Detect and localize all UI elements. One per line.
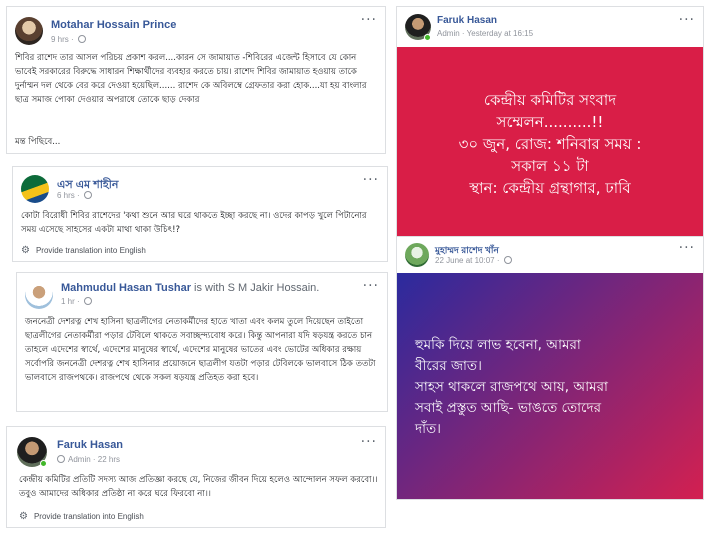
gear-icon: ⚙ xyxy=(19,511,28,522)
post-rashed-banner: মুহাম্মদ রাশেদ খাঁন 22 June at 10:07 · ·… xyxy=(396,236,704,500)
banner-line: সবাই প্রস্তুত আছি- ভাঙতে তোদের xyxy=(415,399,602,416)
globe-icon xyxy=(83,191,92,199)
more-options-icon[interactable]: ··· xyxy=(361,435,377,449)
author-name[interactable]: Faruk Hasan xyxy=(437,15,497,26)
avatar[interactable] xyxy=(25,281,53,309)
banner-text: হুমকি দিয়ে লাভ হবেনা, আমরা বীরের জাত। স… xyxy=(415,335,608,440)
globe-icon xyxy=(57,455,65,463)
translate-link[interactable]: ⚙ Provide translation into English xyxy=(19,511,144,522)
banner-line: বীরের জাত। xyxy=(415,357,482,374)
announcement-banner: কেন্দ্রীয় কমিটির সংবাদ সম্মেলন.........… xyxy=(397,47,703,239)
globe-icon xyxy=(503,256,512,264)
author-name[interactable]: Faruk Hasan xyxy=(57,439,123,451)
more-options-icon[interactable]: ··· xyxy=(363,173,379,187)
author-name[interactable]: Mahmudul Hasan Tushar is with S M Jakir … xyxy=(61,282,319,294)
post-faruk-banner: Faruk Hasan Admin · Yesterday at 16:15 ·… xyxy=(396,6,704,240)
more-options-icon[interactable]: ··· xyxy=(361,13,377,27)
globe-icon xyxy=(83,297,92,305)
post-motahar: Motahar Hossain Prince 9 hrs · ··· শিবির… xyxy=(6,6,386,154)
banner-line: কেন্দ্রীয় কমিটির সংবাদ xyxy=(483,91,617,109)
banner-line: দাঁত। xyxy=(415,420,441,437)
avatar[interactable] xyxy=(405,243,429,267)
post-tushar: Mahmudul Hasan Tushar is with S M Jakir … xyxy=(16,272,388,412)
banner-line: সম্মেলন..........!! xyxy=(496,113,604,131)
banner-line: সাহস থাকলে রাজপথে আয়, আমরা xyxy=(415,378,608,395)
post-time[interactable]: 1 hr · xyxy=(61,297,92,306)
post-faruk-1: Faruk Hasan Admin · 22 hrs ··· কেন্দ্রীয… xyxy=(6,426,386,528)
post-shaheen: এস এম শাহীন 6 hrs · ··· কোটা বিরোধী শিবি… xyxy=(12,166,388,262)
more-options-icon[interactable]: ··· xyxy=(363,279,379,293)
more-options-icon[interactable]: ··· xyxy=(679,13,695,27)
author-name[interactable]: Motahar Hossain Prince xyxy=(51,19,176,31)
post-time[interactable]: Admin · 22 hrs xyxy=(57,455,120,464)
gear-icon: ⚙ xyxy=(21,245,30,256)
tagged-with[interactable]: is with S M Jakir Hossain. xyxy=(194,282,319,294)
avatar[interactable] xyxy=(21,175,49,203)
post-text: শিবির রাশেদ তার আসল পরিচয় প্রকাশ করল...… xyxy=(15,53,367,105)
see-more-link[interactable]: মন্ত পিছিবে... xyxy=(15,135,60,149)
banner-line: হুমকি দিয়ে লাভ হবেনা, আমরা xyxy=(415,336,581,353)
online-status-icon xyxy=(424,34,431,41)
statement-banner: হুমকি দিয়ে লাভ হবেনা, আমরা বীরের জাত। স… xyxy=(397,273,703,499)
banner-line: স্থান: কেন্দ্রীয় গ্রন্থাগার, ঢাবি xyxy=(469,179,631,197)
post-time[interactable]: 22 June at 10:07 · xyxy=(435,256,512,265)
post-time[interactable]: 9 hrs · xyxy=(51,35,86,44)
translate-link[interactable]: ⚙ Provide translation into English xyxy=(21,245,146,256)
post-time[interactable]: 6 hrs · xyxy=(57,191,92,200)
post-time[interactable]: Admin · Yesterday at 16:15 xyxy=(437,29,533,38)
more-options-icon[interactable]: ··· xyxy=(679,241,695,255)
post-text: কোটা বিরোধী শিবির রাশেদের 'কথা শুনে আর ঘ… xyxy=(21,211,367,235)
banner-text: কেন্দ্রীয় কমিটির সংবাদ সম্মেলন.........… xyxy=(459,89,642,199)
banner-line: ৩০ জুন, রোজ: শনিবার সময় : xyxy=(458,135,642,153)
globe-icon xyxy=(77,35,86,43)
avatar[interactable] xyxy=(15,17,43,45)
post-text: কেন্দ্রীয় কমিটির প্রতিটি সদস্য আজ প্রতি… xyxy=(19,475,378,499)
banner-line: সকাল ১১ টা xyxy=(511,157,589,175)
post-text: জননেত্রী দেশরত্ন শেখ হাসিনা ছাত্রলীগের ন… xyxy=(25,317,376,383)
online-status-icon xyxy=(40,460,47,467)
